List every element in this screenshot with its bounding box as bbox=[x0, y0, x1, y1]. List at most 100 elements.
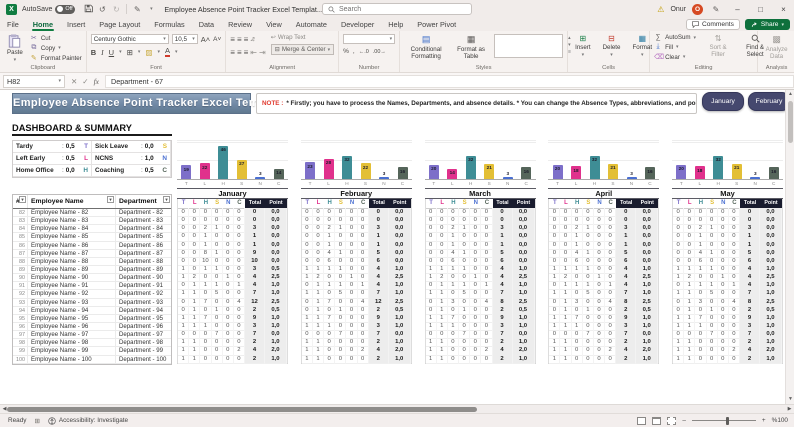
month-data-row[interactable]: 1 1 1 0 0 0 3 1,0 bbox=[673, 321, 782, 332]
employee-num-cell[interactable]: 82 bbox=[13, 209, 28, 218]
month-data-row[interactable]: 0 0 0 0 0 0 0 0,0 bbox=[549, 208, 659, 218]
month-data-row[interactable]: 0 0 0 7 0 0 7 0,0 bbox=[425, 330, 535, 340]
employee-num-cell[interactable]: 93 bbox=[13, 298, 28, 307]
employee-name-cell[interactable]: Employee Name - 95 bbox=[28, 314, 116, 323]
normal-view-icon[interactable] bbox=[637, 416, 647, 425]
align-right-icon[interactable]: ≡ bbox=[244, 48, 249, 57]
paste-button[interactable]: Paste ▾ bbox=[4, 34, 26, 63]
month-data-row[interactable]: 0 0 0 0 0 0 0 0,0 bbox=[673, 216, 782, 226]
employee-row[interactable]: 92 Employee Name - 92 Department - 92 bbox=[13, 290, 171, 299]
month-data-row[interactable]: 1 1 0 0 0 0 2 1,0 bbox=[178, 338, 287, 348]
month-data-row[interactable]: 1 1 1 0 0 0 3 1,0 bbox=[301, 321, 411, 332]
month-data-row[interactable]: 0 0 0 0 0 0 0 0,0 bbox=[425, 208, 535, 218]
february-nav-button[interactable]: February bbox=[748, 92, 790, 111]
month-data-row[interactable]: 0 0 4 1 0 0 5 0,0 bbox=[425, 248, 535, 258]
month-data-row[interactable]: 1 1 0 0 0 0 2 1,0 bbox=[301, 354, 411, 364]
employee-row[interactable]: 100 Employee Name - 100 Department - 100 bbox=[13, 355, 171, 364]
month-data-row[interactable]: 0 0 2 1 0 0 3 0,0 bbox=[301, 224, 411, 234]
month-cell[interactable]: 0 bbox=[346, 354, 358, 364]
month-cell[interactable]: 2 bbox=[740, 354, 760, 364]
accessibility-status[interactable]: Accessibility: Investigate bbox=[48, 416, 128, 425]
month-data-row[interactable]: 0 0 1 0 0 0 1 0,0 bbox=[673, 240, 782, 250]
excel-app-icon[interactable]: X bbox=[6, 3, 17, 15]
month-cell[interactable]: 0 bbox=[233, 354, 245, 364]
employee-num-cell[interactable]: 98 bbox=[13, 339, 28, 348]
font-size-select[interactable]: 10,5 ▾ bbox=[171, 34, 198, 44]
borders-icon[interactable]: ⊞ bbox=[127, 48, 133, 57]
month-data-row[interactable]: 0 1 3 0 0 4 8 2,5 bbox=[425, 297, 535, 307]
share-button[interactable]: Share ▾ bbox=[744, 19, 790, 30]
zoom-slider-thumb[interactable] bbox=[725, 416, 729, 425]
month-data-row[interactable]: 0 0 0 0 0 0 0 0,0 bbox=[178, 216, 287, 226]
pen-mode-icon[interactable]: ✎ bbox=[709, 5, 723, 14]
month-data-row[interactable]: 1 1 0 0 0 2 4 2,0 bbox=[549, 346, 659, 356]
employee-dept-cell[interactable]: Department - 88 bbox=[116, 258, 171, 266]
month-data-row[interactable]: 0 0 0 0 0 0 0 0,0 bbox=[673, 208, 782, 218]
employee-row[interactable]: 98 Employee Name - 98 Department - 98 bbox=[13, 339, 171, 348]
tab-help[interactable]: Help bbox=[381, 18, 410, 31]
month-cell[interactable]: 1,0 bbox=[636, 354, 659, 364]
month-cell[interactable]: 1 bbox=[301, 354, 313, 364]
month-chart-march[interactable]: 20 14 32 21 3 16 bbox=[424, 140, 536, 180]
warning-icon[interactable]: ⚠ bbox=[657, 5, 664, 14]
employee-dept-cell[interactable]: Department - 91 bbox=[116, 282, 171, 290]
month-data-row[interactable]: 0 0 1 0 0 0 1 0,0 bbox=[301, 240, 411, 250]
employee-num-cell[interactable]: 94 bbox=[13, 306, 28, 315]
close-button[interactable]: × bbox=[775, 0, 792, 18]
month-data-row[interactable]: 1 1 0 0 0 0 2 1,0 bbox=[549, 338, 659, 348]
tab-insert[interactable]: Insert bbox=[60, 18, 92, 31]
confirm-entry-icon[interactable]: ✓ bbox=[82, 77, 88, 86]
month-data-row[interactable]: 0 0 1 0 0 0 1 0,0 bbox=[673, 232, 782, 242]
employee-name-cell[interactable]: Employee Name - 87 bbox=[28, 249, 116, 258]
tab-formulas[interactable]: Formulas bbox=[147, 18, 191, 31]
employee-row[interactable]: 95 Employee Name - 95 Department - 95 bbox=[13, 314, 171, 323]
scroll-down-icon[interactable]: ▼ bbox=[786, 395, 794, 404]
align-middle-icon[interactable]: ≡ bbox=[237, 35, 242, 44]
employee-num-cell[interactable]: 84 bbox=[13, 225, 28, 234]
month-cell[interactable]: 0 bbox=[222, 354, 234, 364]
month-data-row[interactable]: 0 0 1 0 0 0 1 0,0 bbox=[301, 232, 411, 242]
employee-dept-cell[interactable]: Department - 100 bbox=[116, 356, 171, 364]
page-break-view-icon[interactable] bbox=[667, 416, 677, 425]
month-data-row[interactable]: 1 1 0 5 0 0 7 1,0 bbox=[301, 289, 411, 299]
month-data-row[interactable]: 0 0 1 0 0 0 1 0,0 bbox=[549, 240, 659, 250]
employee-num-cell[interactable]: 91 bbox=[13, 282, 28, 291]
employee-row[interactable]: 84 Employee Name - 84 Department - 84 bbox=[13, 225, 171, 234]
employee-name-cell[interactable]: Employee Name - 98 bbox=[28, 339, 116, 348]
cell-styles-gallery[interactable]: ▴ ▾ ≡ bbox=[494, 34, 571, 58]
month-data-row[interactable]: 0 0 0 7 0 0 7 0,0 bbox=[673, 330, 782, 340]
align-top-icon[interactable]: ≡ bbox=[230, 35, 235, 44]
month-data-row[interactable]: 0 0 2 1 0 0 3 0,0 bbox=[673, 224, 782, 234]
comments-button[interactable]: Comments bbox=[685, 19, 740, 30]
merge-center-button[interactable]: ⊟ Merge & Center ▾ bbox=[270, 44, 335, 55]
employee-name-cell[interactable]: Employee Name - 83 bbox=[28, 217, 116, 226]
month-cell[interactable]: 1 bbox=[178, 354, 190, 364]
month-cell[interactable]: 1,0 bbox=[760, 354, 782, 364]
month-data-row[interactable]: 1 1 0 0 0 0 2 1,0 bbox=[425, 338, 535, 348]
search-input[interactable]: Search bbox=[322, 3, 472, 15]
analyze-data-button[interactable]: ▩ Analyze Data bbox=[762, 34, 791, 60]
employee-name-cell[interactable]: Employee Name - 94 bbox=[28, 306, 116, 315]
month-cell[interactable]: 0 bbox=[728, 354, 740, 364]
autosave-toggle[interactable]: AutoSave Off bbox=[22, 4, 76, 14]
month-data-row[interactable]: 1 2 0 0 1 0 4 2,5 bbox=[425, 273, 535, 283]
month-cell[interactable]: 0 bbox=[324, 354, 336, 364]
month-data-row[interactable]: 1 2 0 0 1 0 4 2,5 bbox=[549, 273, 659, 283]
sort-filter-button[interactable]: ⇅ Sort & Filter bbox=[703, 34, 733, 63]
font-color-caret-icon[interactable]: ▾ bbox=[175, 49, 178, 55]
month-data-row[interactable]: 1 1 1 1 0 0 4 1,0 bbox=[673, 264, 782, 275]
tab-power-pivot[interactable]: Power Pivot bbox=[410, 18, 463, 31]
month-data-row[interactable]: 1 1 1 0 0 0 3 1,0 bbox=[178, 321, 287, 332]
employee-num-cell[interactable]: 88 bbox=[13, 257, 28, 266]
month-data-row[interactable]: 0 0 6 0 0 0 6 0,0 bbox=[425, 256, 535, 266]
align-left-icon[interactable]: ≡ bbox=[230, 48, 235, 57]
copy-caret-icon[interactable]: ▾ bbox=[58, 45, 61, 51]
employee-row[interactable]: 97 Employee Name - 97 Department - 97 bbox=[13, 331, 171, 340]
tab-developer[interactable]: Developer bbox=[334, 18, 381, 31]
insert-function-icon[interactable]: fx bbox=[94, 77, 99, 86]
employee-row[interactable]: 90 Employee Name - 90 Department - 90 bbox=[13, 274, 171, 283]
month-cell[interactable]: 2 bbox=[245, 354, 265, 364]
month-data-row[interactable]: 0 0 2 1 0 0 3 0,0 bbox=[178, 224, 287, 234]
cancel-entry-icon[interactable]: ✕ bbox=[71, 77, 77, 86]
month-cell[interactable]: 1 bbox=[189, 354, 201, 364]
